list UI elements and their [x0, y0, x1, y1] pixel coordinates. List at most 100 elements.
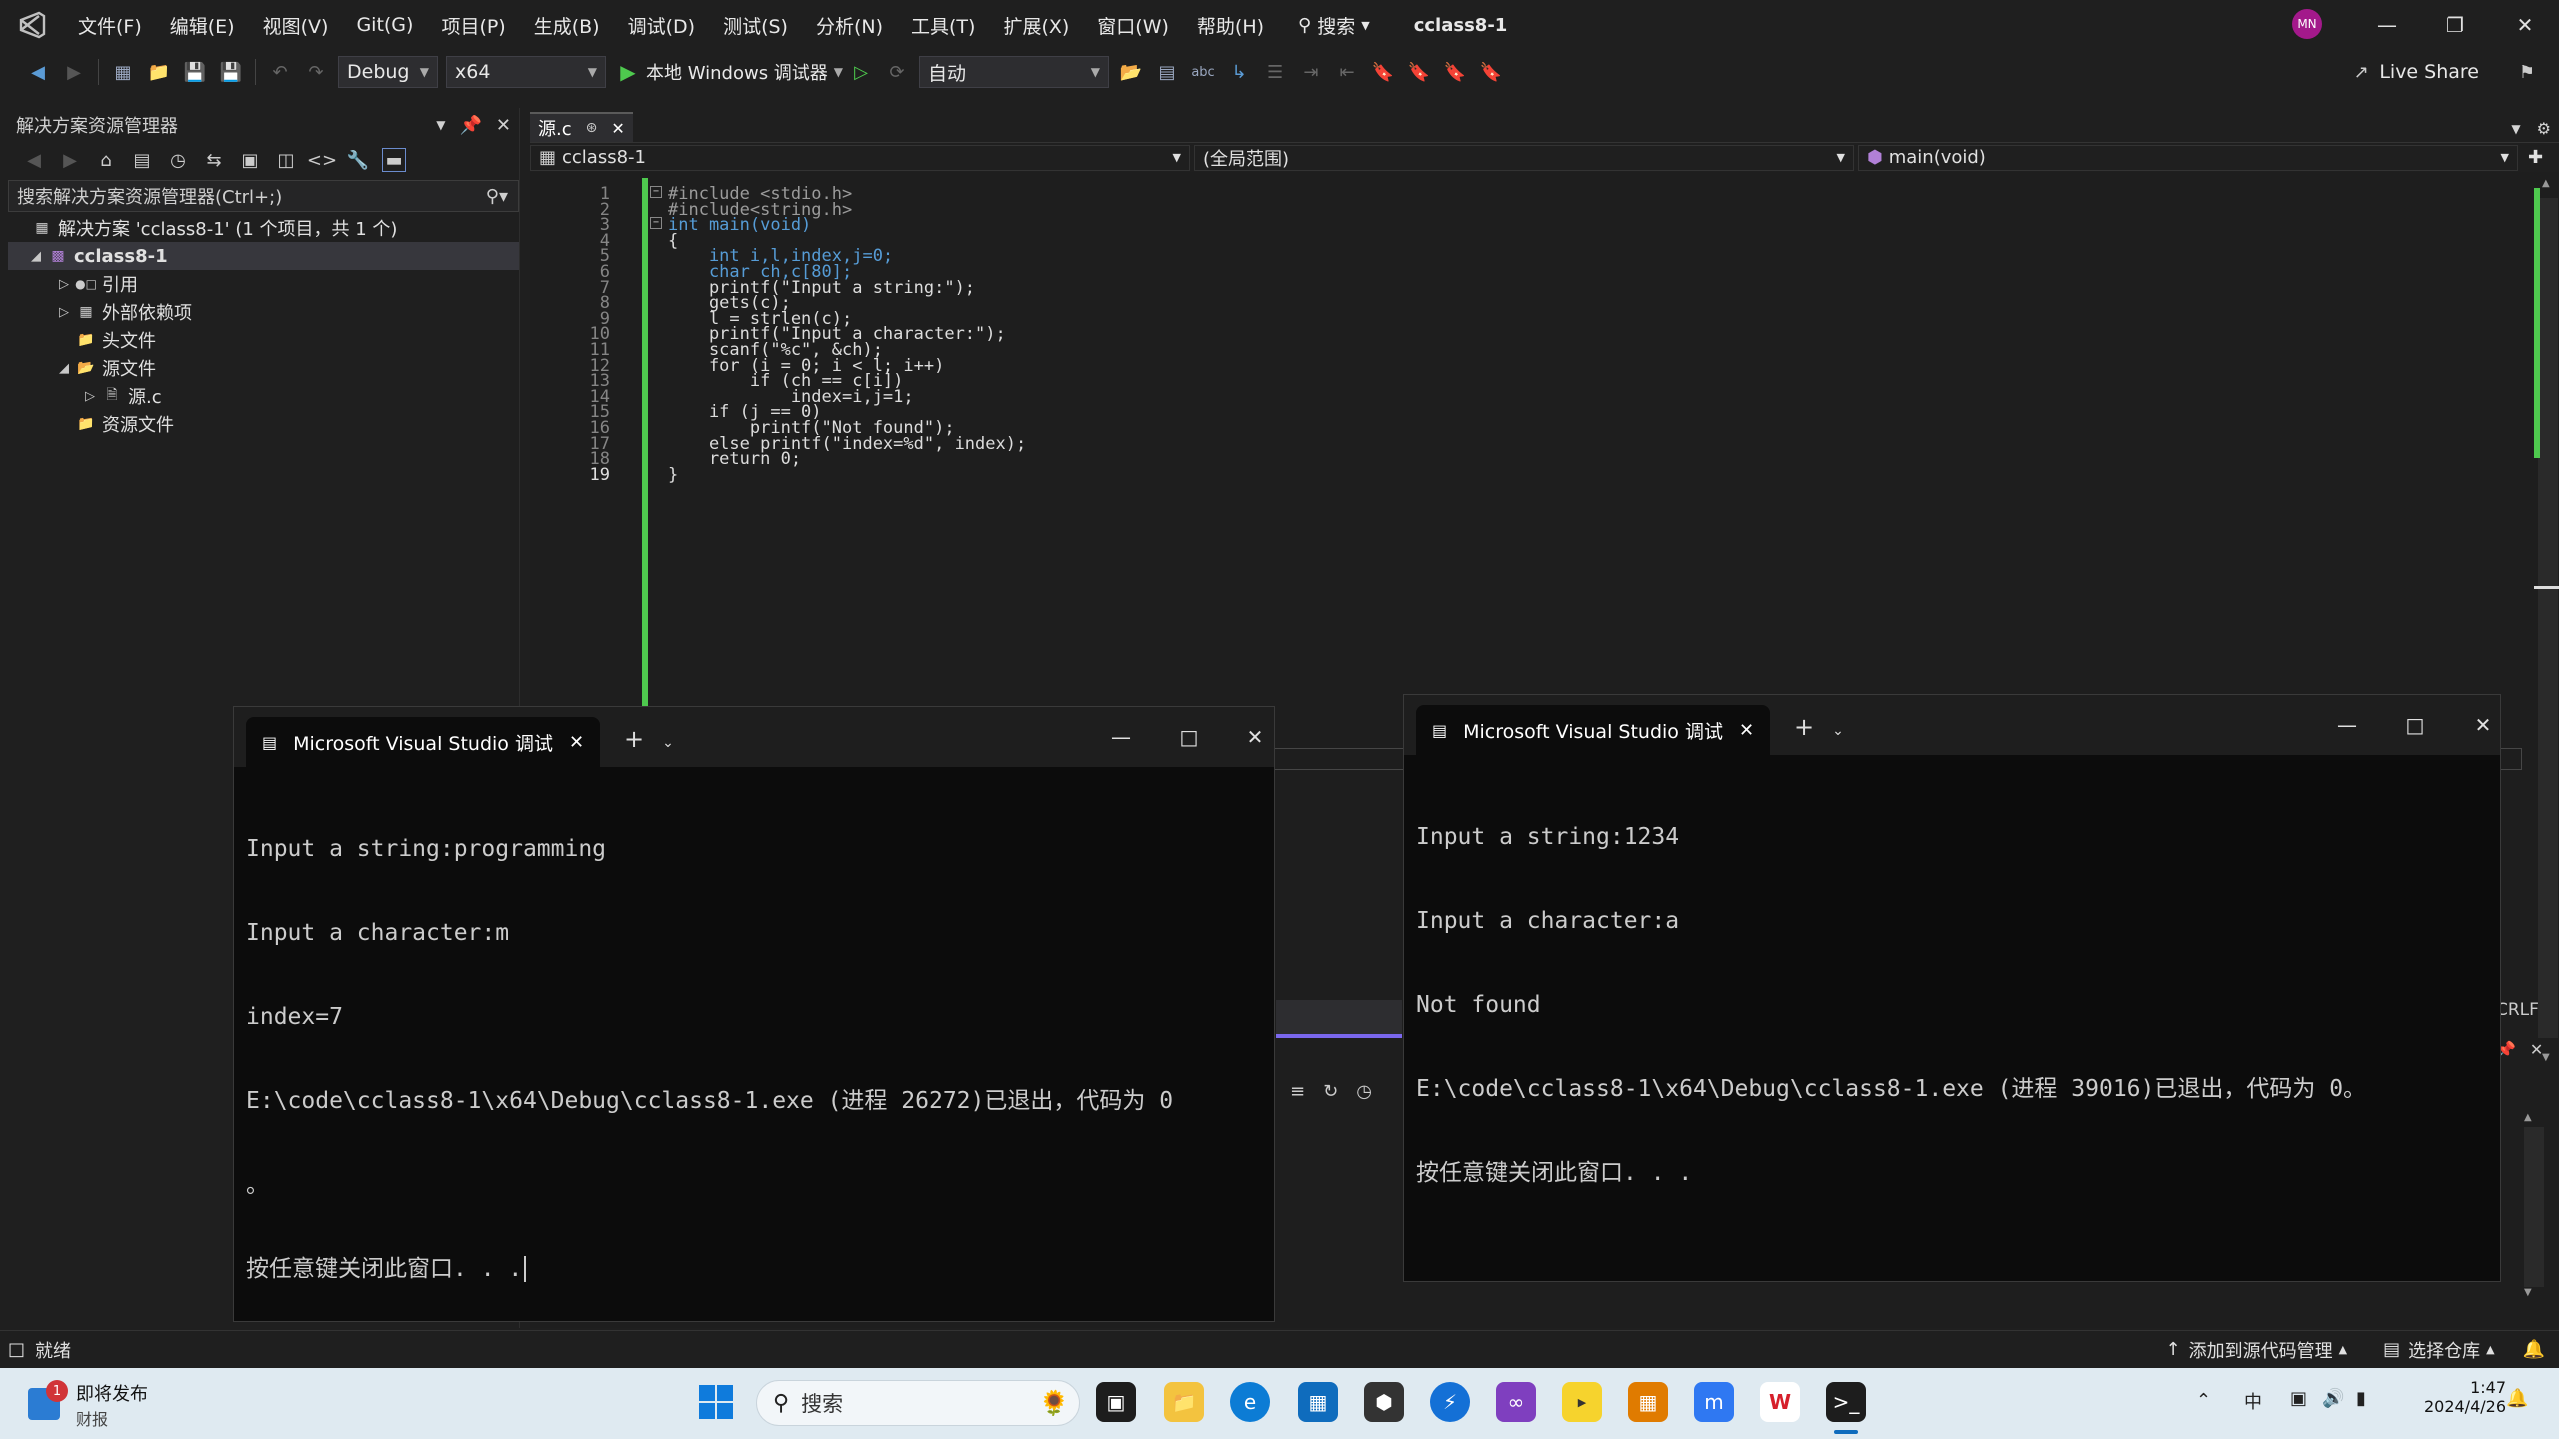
scroll-down-icon[interactable]: ▼	[2524, 1287, 2544, 1298]
app-bolt-icon[interactable]: ⚡	[1430, 1382, 1470, 1422]
maximize-button[interactable]: ❐	[2420, 0, 2490, 50]
chevron-down-icon[interactable]: ⌄	[662, 735, 674, 751]
visual-studio-logo-icon[interactable]	[0, 0, 64, 50]
new-project-icon[interactable]: ▦	[111, 60, 135, 84]
tree-node-external-deps[interactable]: ▷ ▦ 外部依赖项	[8, 298, 519, 326]
close-icon[interactable]: ✕	[2530, 1040, 2543, 1066]
back-icon[interactable]: ◀	[22, 148, 46, 172]
close-button[interactable]: ✕	[1220, 707, 1290, 767]
open-folder-icon[interactable]: 📁	[147, 60, 171, 84]
menu-build[interactable]: 生成(B)	[520, 12, 614, 39]
play-icon[interactable]: ▶	[616, 60, 640, 84]
bookmark-prev-icon[interactable]: 🔖	[1407, 60, 1431, 84]
config-select[interactable]: Debug ▼	[338, 56, 438, 88]
terminal-app-icon[interactable]: >_	[1826, 1382, 1866, 1422]
code-area[interactable]: 1 #include <stdio.h> 2 #include<string.h> 3 i…	[530, 178, 2530, 778]
home-icon[interactable]: ⌂	[94, 148, 118, 172]
nav-scope-select[interactable]: (全局范围) ▼	[1194, 144, 1854, 171]
preview-icon[interactable]: ▬	[382, 148, 406, 172]
menu-window[interactable]: 窗口(W)	[1083, 12, 1183, 39]
editor-scrollbar[interactable]: ▲ ▼	[2534, 178, 2559, 1070]
console-tab[interactable]: ▤ Microsoft Visual Studio 调试 ✕	[246, 717, 601, 767]
back-icon[interactable]: ◀	[26, 60, 50, 84]
close-button[interactable]: ✕	[2448, 695, 2518, 755]
switch-views-icon[interactable]: ▤	[130, 148, 154, 172]
menu-view[interactable]: 视图(V)	[249, 12, 343, 39]
wps-icon[interactable]: W	[1760, 1382, 1800, 1422]
platform-select[interactable]: x64 ▼	[446, 56, 606, 88]
maximize-button[interactable]: □	[1154, 707, 1224, 767]
feedback-icon[interactable]: ⚑	[2515, 60, 2539, 84]
share-icon[interactable]: ↗	[2349, 60, 2373, 84]
code-icon[interactable]: <>	[307, 148, 337, 172]
run-debugger-button[interactable]: 本地 Windows 调试器	[646, 59, 828, 85]
project-node[interactable]: ◢ ▩ cclass8-1	[8, 242, 519, 270]
auto-select[interactable]: 自动 ▼	[919, 56, 1110, 88]
forward-icon[interactable]: ▶	[58, 148, 82, 172]
chevron-down-icon[interactable]: ⌄	[1832, 723, 1844, 739]
bookmark-clear-icon[interactable]: 🔖	[1479, 60, 1503, 84]
format-icon[interactable]: ☰	[1263, 60, 1287, 84]
console-window-1[interactable]: ▤ Microsoft Visual Studio 调试 ✕ + ⌄ — □ ✕…	[233, 706, 1275, 1322]
properties-icon[interactable]: 🔧	[346, 148, 370, 172]
edge-browser-icon[interactable]: e	[1230, 1382, 1270, 1422]
tree-node-source-files[interactable]: ◢ 📂 源文件	[8, 354, 519, 382]
collapse-icon[interactable]: ▣	[238, 148, 262, 172]
menu-edit[interactable]: 编辑(E)	[156, 12, 249, 39]
add-source-control-button[interactable]: 添加到源代码管理	[2189, 1337, 2333, 1363]
menu-extensions[interactable]: 扩展(X)	[989, 12, 1083, 39]
file-explorer-icon[interactable]: 📁	[1164, 1382, 1204, 1422]
minimize-button[interactable]: —	[2312, 695, 2382, 755]
clear-all-icon[interactable]: ≡	[1290, 1081, 1305, 1102]
nav-project-select[interactable]: ▦ cclass8-1 ▼	[530, 144, 1190, 171]
scroll-track[interactable]	[2538, 198, 2558, 1038]
new-tab-icon[interactable]: +	[624, 725, 644, 753]
news-title[interactable]: 即将发布	[76, 1380, 148, 1406]
indent-icon[interactable]: ⇥	[1299, 60, 1323, 84]
chevron-down-icon[interactable]: ▼	[834, 65, 843, 79]
undo-icon[interactable]: ↶	[268, 60, 292, 84]
menu-analyze[interactable]: 分析(N)	[802, 12, 897, 39]
split-icon[interactable]: ✚	[2528, 147, 2543, 168]
tab-source-c[interactable]: 源.c ⊛ ✕	[530, 112, 633, 142]
store-icon[interactable]: ▦	[1298, 1382, 1338, 1422]
app-m-icon[interactable]: m	[1694, 1382, 1734, 1422]
notification-icon[interactable]: 🔔	[2523, 1339, 2545, 1360]
sync-icon[interactable]: ⇆	[202, 148, 226, 172]
save-all-icon[interactable]: 💾	[219, 60, 243, 84]
scroll-up-icon[interactable]: ▲	[2542, 178, 2550, 189]
redo-icon[interactable]: ↷	[304, 60, 328, 84]
history-icon[interactable]: ◷	[166, 148, 190, 172]
solution-node[interactable]: ▦ 解决方案 'cclass8-1' (1 个项目，共 1 个)	[8, 214, 519, 242]
solution-search-input[interactable]: 搜索解决方案资源管理器(Ctrl+;) ⚲▾	[8, 180, 519, 212]
bookmark-icon[interactable]: 🔖	[1371, 60, 1395, 84]
show-all-icon[interactable]: ◫	[274, 148, 298, 172]
slides-icon[interactable]: ▦	[1628, 1382, 1668, 1422]
word-wrap-icon[interactable]: ↻	[1323, 1081, 1338, 1102]
player-icon[interactable]: ▶	[1562, 1382, 1602, 1422]
hot-reload-icon[interactable]: ⟳	[885, 60, 909, 84]
search-box[interactable]: ⚲ 搜索 ▼	[1298, 12, 1370, 39]
select-repo-button[interactable]: 选择仓库	[2408, 1337, 2480, 1363]
nav-member-select[interactable]: ⬢ main(void) ▼	[1858, 144, 2518, 171]
menu-help[interactable]: 帮助(H)	[1183, 12, 1278, 39]
minimize-button[interactable]: —	[2352, 0, 2422, 50]
pane-scrollbar[interactable]: ▲ ▼	[2524, 1112, 2544, 1312]
menu-project[interactable]: 项目(P)	[427, 12, 519, 39]
visual-studio-icon[interactable]: ∞	[1496, 1382, 1536, 1422]
layout-icon[interactable]: ▤	[1155, 60, 1179, 84]
chevron-down-icon[interactable]: ▼	[436, 118, 445, 132]
menu-file[interactable]: 文件(F)	[64, 12, 156, 39]
battery-icon[interactable]: ▮	[2356, 1388, 2366, 1409]
chevron-down-icon[interactable]: ▼	[2511, 122, 2520, 136]
chevron-up-icon[interactable]: ⌃	[2196, 1390, 2211, 1411]
code-line[interactable]: int main(void)	[668, 215, 811, 235]
menu-git[interactable]: Git(G)	[342, 14, 427, 36]
tree-node-references[interactable]: ▷ ●□ 引用	[8, 270, 519, 298]
ime-indicator[interactable]: 中	[2244, 1388, 2262, 1414]
clock[interactable]: 1:47 2024/4/26	[2410, 1378, 2506, 1416]
close-icon[interactable]: ✕	[569, 732, 584, 753]
outdent-icon[interactable]: ⇤	[1335, 60, 1359, 84]
close-icon[interactable]: ✕	[496, 115, 511, 136]
volume-icon[interactable]: 🔊	[2322, 1388, 2344, 1409]
